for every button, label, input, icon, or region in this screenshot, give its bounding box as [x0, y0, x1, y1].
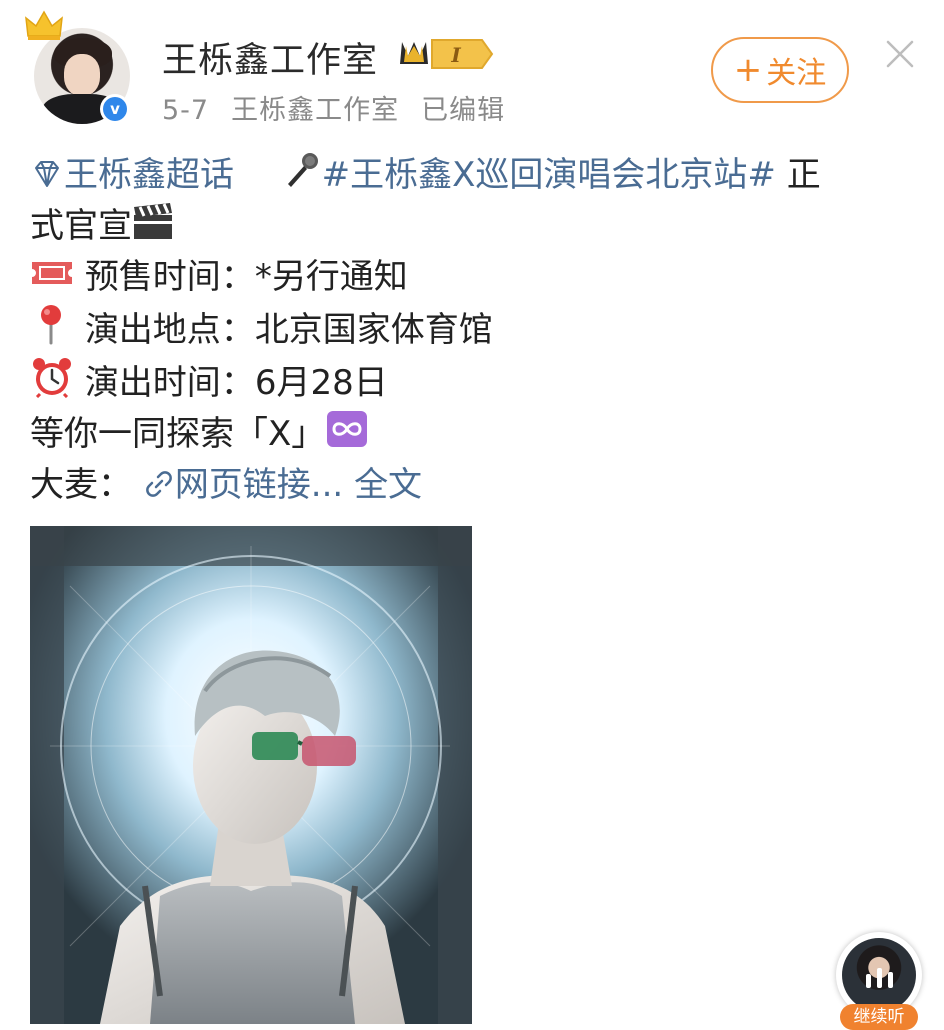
presale-line: 预售时间：*另行通知 [30, 252, 920, 303]
hashtag-text: #王栎鑫X巡回演唱会北京站# [321, 155, 776, 195]
fan-level-text: I [450, 43, 461, 67]
venue-line: 演出地点：北京国家体育馆 [30, 303, 920, 356]
follow-label: 关注 [766, 56, 827, 91]
plus-icon: + [733, 50, 763, 90]
content-line-2-text: 式官宣 [30, 206, 132, 246]
showtime-label: 演出时间： [84, 363, 255, 403]
alarm-clock-icon [33, 358, 71, 398]
supertopic-link[interactable]: 王栎鑫超话 [30, 155, 245, 195]
damai-line: 大麦： 网页链接... 全文 [30, 460, 920, 511]
post-content: 王栎鑫超话 #王栎鑫X巡回演唱会北京站# 正 式官宣 预售时间：*另行通知 演出… [30, 150, 920, 511]
venue-label: 演出地点： [84, 310, 255, 350]
microphone-icon [287, 153, 318, 187]
concert-poster-image [30, 526, 472, 1024]
post-meta: 5-7 王栎鑫工作室 已编辑 [162, 88, 527, 127]
post-date: 5-7 [162, 95, 210, 126]
explore-text: 等你一同探索「X」 [30, 414, 326, 454]
damai-label: 大麦： [30, 465, 132, 505]
showtime-line: 演出时间：6月28日 [30, 356, 920, 409]
web-link-text: 网页链接... [174, 465, 344, 505]
content-line-2: 式官宣 [30, 201, 920, 252]
pin-icon [41, 305, 61, 345]
continue-listening-widget[interactable]: 继续听 [836, 932, 922, 1030]
infinity-icon [327, 411, 368, 447]
audio-bars-icon [866, 968, 893, 988]
close-icon[interactable] [884, 38, 916, 70]
ticket-icon [32, 262, 72, 284]
content-line-1: 王栎鑫超话 #王栎鑫X巡回演唱会北京站# 正 [30, 150, 920, 201]
follow-button[interactable]: + 关注 [711, 37, 849, 103]
presale-value: *另行通知 [254, 257, 408, 297]
showtime-value: 6月28日 [254, 363, 388, 403]
web-link[interactable]: 网页链接... [143, 465, 354, 505]
verified-icon: v [100, 94, 130, 124]
hashtag-link[interactable]: #王栎鑫X巡回演唱会北京站# [282, 153, 787, 195]
link-icon [145, 471, 172, 497]
edited-label: 已编辑 [421, 95, 506, 126]
fan-level-badge: I [400, 39, 494, 69]
explore-line: 等你一同探索「X」 [30, 409, 920, 460]
continue-listening-label: 继续听 [840, 1004, 918, 1030]
clapperboard-icon [134, 203, 172, 239]
content-line-1-tail: 正 [786, 155, 821, 195]
post-source: 王栎鑫工作室 [231, 95, 400, 126]
fulltext-link[interactable]: 全文 [354, 465, 422, 505]
diamond-icon [35, 161, 59, 187]
supertopic-text: 王栎鑫超话 [64, 155, 234, 195]
author-name[interactable]: 王栎鑫工作室 [162, 32, 378, 83]
presale-label: 预售时间： [84, 257, 255, 297]
post-image[interactable] [30, 526, 472, 1024]
venue-value: 北京国家体育馆 [254, 310, 493, 350]
crown-icon [25, 10, 63, 40]
